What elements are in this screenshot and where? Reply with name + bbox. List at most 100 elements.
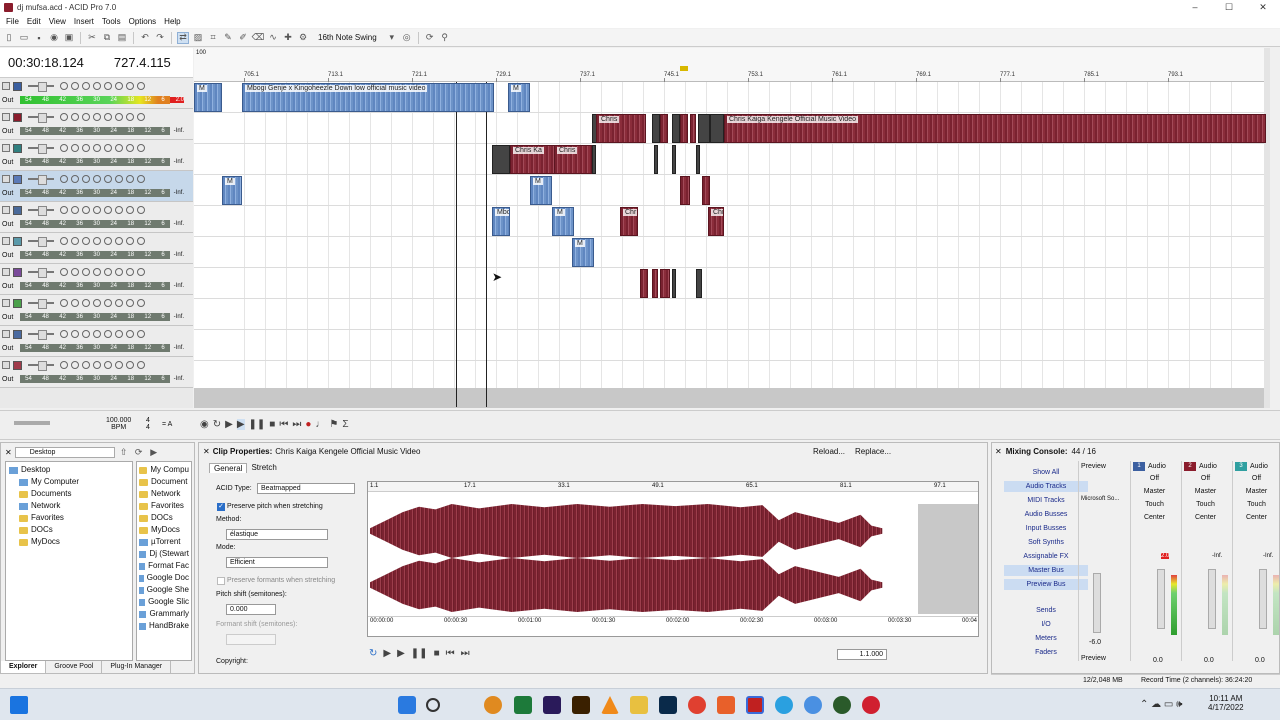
mixer-view-button[interactable]: Faders bbox=[1004, 647, 1088, 658]
audio-clip[interactable]: Mbo bbox=[492, 207, 510, 236]
track-fx-icon[interactable] bbox=[82, 237, 90, 245]
track-lane[interactable] bbox=[194, 175, 1270, 206]
timeline-ruler[interactable]: 100 705.1 713.1 721.1 729.1 737.1 745.1 753.1 7… bbox=[194, 48, 1270, 82]
track-header[interactable]: Out 54 48 42 36 30 24 18 12 6 -Inf. bbox=[0, 326, 193, 357]
track-header[interactable]: Out 54 48 42 36 30 24 18 12 6 -Inf. bbox=[0, 264, 193, 295]
track-fx-icon[interactable] bbox=[82, 175, 90, 183]
tab-explorer[interactable]: Explorer bbox=[1, 661, 47, 673]
audio-clip[interactable] bbox=[672, 114, 680, 143]
new-icon[interactable]: ▯ bbox=[3, 32, 15, 44]
track-lane[interactable] bbox=[194, 206, 1270, 237]
timeline-scroll-area[interactable] bbox=[194, 388, 1270, 408]
track-header[interactable]: Out 54 48 42 36 30 24 18 12 6 -Inf. bbox=[0, 109, 193, 140]
file-list-item[interactable]: Google Slic bbox=[139, 596, 189, 608]
up-folder-icon[interactable]: ⇧ bbox=[118, 446, 130, 458]
acid-pro-icon[interactable] bbox=[746, 696, 764, 714]
mixer-view-button[interactable]: Audio Busses bbox=[1004, 509, 1088, 520]
properties-icon[interactable]: ▣ bbox=[63, 32, 75, 44]
audio-clip[interactable]: M bbox=[222, 176, 242, 205]
track-icon[interactable] bbox=[2, 82, 10, 90]
pause-icon[interactable]: ❚❚ bbox=[411, 648, 428, 659]
track-envelope-icon[interactable] bbox=[104, 175, 112, 183]
save-icon[interactable]: ▪ bbox=[33, 32, 45, 44]
file-list-item[interactable]: Google Doc bbox=[139, 572, 189, 584]
media-player-icon[interactable] bbox=[833, 696, 851, 714]
track-icon[interactable] bbox=[2, 237, 10, 245]
audio-clip[interactable]: Chris Kaiga Kengele Official Music Video bbox=[724, 114, 1266, 143]
track-lock-icon[interactable] bbox=[126, 206, 134, 214]
track-envelope-icon[interactable] bbox=[104, 113, 112, 121]
illustrator-icon[interactable] bbox=[572, 696, 590, 714]
track-lock-icon[interactable] bbox=[126, 144, 134, 152]
audio-clip[interactable] bbox=[640, 269, 648, 298]
audio-clip[interactable]: Chris bbox=[596, 114, 646, 143]
track-color-icon[interactable] bbox=[13, 267, 22, 277]
track-volume-slider[interactable] bbox=[28, 299, 54, 309]
clip-waveform[interactable]: 1.1 17.1 33.1 49.1 65.1 81.1 97.1 00:00:00 00:0… bbox=[367, 481, 979, 637]
camtasia-icon[interactable] bbox=[514, 696, 532, 714]
play-from-start-icon[interactable]: ▶ bbox=[225, 419, 233, 430]
track-lock-icon[interactable] bbox=[126, 299, 134, 307]
close-panel-icon[interactable]: ✕ bbox=[203, 447, 210, 456]
track-volume-slider[interactable] bbox=[28, 113, 54, 123]
file-list-item[interactable]: Google She bbox=[139, 584, 189, 596]
mixer-view-button[interactable]: Meters bbox=[1004, 633, 1088, 644]
audio-clip[interactable]: Chr bbox=[708, 207, 724, 236]
track-automation-icon[interactable] bbox=[93, 299, 101, 307]
close-panel-icon[interactable]: ✕ bbox=[5, 448, 12, 457]
track-volume-slider[interactable] bbox=[28, 361, 54, 371]
track-envelope-icon[interactable] bbox=[104, 206, 112, 214]
track-volume-slider[interactable] bbox=[28, 206, 54, 216]
track-mute-icon[interactable] bbox=[60, 175, 68, 183]
photoshop-icon[interactable] bbox=[659, 696, 677, 714]
audio-clip[interactable] bbox=[672, 269, 676, 298]
search-icon[interactable] bbox=[426, 698, 440, 712]
replace-button[interactable]: Replace... bbox=[855, 447, 891, 456]
track-solo-icon[interactable] bbox=[71, 175, 79, 183]
search-app-icon[interactable] bbox=[484, 696, 502, 714]
track-fx-icon[interactable] bbox=[82, 268, 90, 276]
track-envelope-icon[interactable] bbox=[104, 268, 112, 276]
mixer-view-button[interactable]: Preview Bus bbox=[1004, 579, 1088, 590]
track-lane[interactable] bbox=[194, 299, 1270, 330]
track-header[interactable]: Out 54 48 42 36 30 24 18 12 6 -Inf. bbox=[0, 140, 193, 171]
file-list-item[interactable]: DOCs bbox=[139, 512, 189, 524]
track-lock-icon[interactable] bbox=[126, 175, 134, 183]
track-color-icon[interactable] bbox=[13, 298, 22, 308]
track-color-icon[interactable] bbox=[13, 112, 22, 122]
menu-edit[interactable]: Edit bbox=[23, 17, 45, 26]
location-select[interactable]: Desktop bbox=[14, 446, 115, 458]
mixer-view-button[interactable]: Assignable FX bbox=[1004, 551, 1088, 562]
file-list-item[interactable]: My Compu bbox=[139, 464, 189, 476]
track-automation-icon[interactable] bbox=[93, 268, 101, 276]
channel-off[interactable]: Off bbox=[1131, 472, 1178, 485]
timeline[interactable]: 100 705.1 713.1 721.1 729.1 737.1 745.1 753.1 7… bbox=[194, 48, 1270, 408]
track-arm-icon[interactable] bbox=[137, 330, 145, 338]
paste-icon[interactable]: ▤ bbox=[116, 32, 128, 44]
channel-auto[interactable]: Touch bbox=[1233, 498, 1280, 511]
tree-item-docs[interactable]: DOCs bbox=[9, 524, 129, 536]
track-lock-icon[interactable] bbox=[126, 268, 134, 276]
track-solo-icon[interactable] bbox=[71, 82, 79, 90]
track-automation-icon[interactable] bbox=[93, 113, 101, 121]
file-list-item[interactable]: Dj (Stewart bbox=[139, 548, 189, 560]
track-icon[interactable] bbox=[2, 361, 10, 369]
tree-item-mydocs[interactable]: MyDocs bbox=[9, 536, 129, 548]
preview-fader[interactable] bbox=[1093, 573, 1101, 633]
method-select[interactable]: élastique bbox=[226, 529, 328, 540]
track-color-icon[interactable] bbox=[13, 81, 22, 91]
tree-item-network[interactable]: Network bbox=[9, 500, 129, 512]
track-header[interactable]: Out 54 48 42 36 30 24 18 12 6 2.0 bbox=[0, 78, 193, 109]
channel-fader[interactable] bbox=[1208, 569, 1216, 629]
mode-select[interactable]: Efficient bbox=[226, 557, 328, 568]
menu-view[interactable]: View bbox=[45, 17, 70, 26]
cut-icon[interactable]: ✂ bbox=[86, 32, 98, 44]
zoom-tool-icon[interactable]: ✚ bbox=[282, 32, 294, 44]
pitch-shift-input[interactable]: 0.000 bbox=[226, 604, 276, 615]
track-lock-icon[interactable] bbox=[126, 330, 134, 338]
track-fx-icon[interactable] bbox=[82, 144, 90, 152]
audio-clip[interactable]: M bbox=[552, 207, 574, 236]
acid-type-select[interactable]: Beatmapped bbox=[257, 483, 355, 494]
marker-icon[interactable] bbox=[680, 66, 688, 71]
audio-clip[interactable] bbox=[696, 145, 700, 174]
